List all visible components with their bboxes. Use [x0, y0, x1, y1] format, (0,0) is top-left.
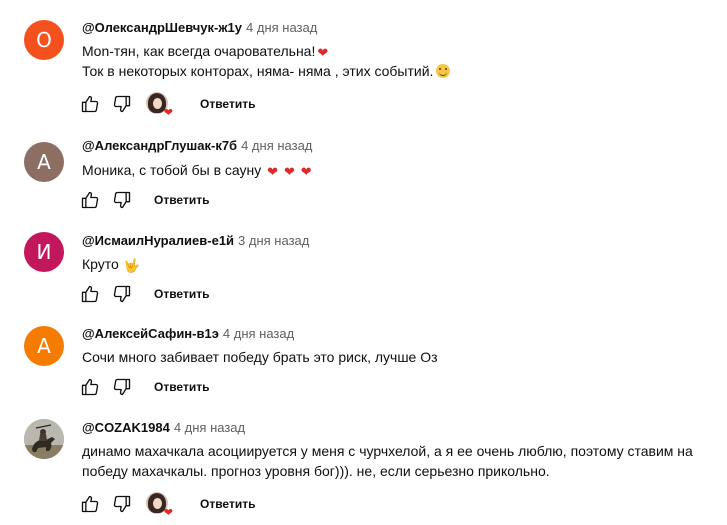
thumb-down-icon	[113, 285, 131, 303]
comment-line: динамо махачкала асоциируется у меня с ч…	[82, 443, 693, 479]
comment-line: Mon-тян, как всегда очаровательна!	[82, 43, 316, 59]
dislike-button[interactable]	[110, 282, 134, 306]
thumb-down-icon	[113, 191, 131, 209]
comment-header: @ИсмаилНуралиев-е1й 3 дня назад	[82, 232, 309, 250]
reply-button[interactable]: Ответить	[194, 91, 261, 117]
comment-header: @ОлександрШевчук-ж1у 4 дня назад	[82, 19, 317, 37]
comment-time[interactable]: 3 дня назад	[238, 233, 309, 248]
thumb-up-icon	[81, 495, 99, 513]
horseman-avatar-icon	[24, 419, 64, 459]
heart-icon: ❤	[163, 107, 173, 119]
author-name[interactable]: @COZAK1984	[82, 420, 170, 435]
like-button[interactable]	[78, 375, 102, 399]
like-button[interactable]	[78, 492, 102, 516]
creator-heart: ❤	[146, 92, 173, 119]
heart-emoji-icon: ❤	[267, 164, 279, 179]
thumb-down-icon	[113, 495, 131, 513]
comment-actions: Ответить	[78, 375, 215, 399]
comment-text: Mon-тян, как всегда очаровательна! ❤ Ток …	[82, 41, 702, 81]
smile-emoji-icon	[436, 64, 451, 78]
avatar-letter: И	[36, 240, 52, 264]
thumb-up-icon	[81, 95, 99, 113]
thumb-up-icon	[81, 285, 99, 303]
like-button[interactable]	[78, 282, 102, 306]
comment-actions: Ответить	[78, 188, 215, 212]
comment-time[interactable]: 4 дня назад	[241, 138, 312, 153]
reply-button[interactable]: Ответить	[148, 374, 215, 400]
comment-text: Моника, с тобой бы в сауну ❤ ❤ ❤	[82, 160, 702, 180]
avatar[interactable]: А	[24, 326, 64, 366]
thumb-up-icon	[81, 191, 99, 209]
comment-header: @АлексейСафин-в1э 4 дня назад	[82, 325, 294, 343]
avatar-letter: А	[37, 150, 51, 174]
dislike-button[interactable]	[110, 92, 134, 116]
comment-line: Моника, с тобой бы в сауну	[82, 162, 262, 178]
comment-actions: ❤ Ответить	[78, 491, 261, 519]
comment-time[interactable]: 4 дня назад	[223, 326, 294, 341]
avatar[interactable]	[24, 419, 64, 459]
comment-header: @АлександрГлушак-к7б 4 дня назад	[82, 137, 312, 155]
like-button[interactable]	[78, 92, 102, 116]
comment-text: Круто 🤟	[82, 254, 702, 274]
thumb-down-icon	[113, 378, 131, 396]
reply-button[interactable]: Ответить	[148, 281, 215, 307]
comment-text: динамо махачкала асоциируется у меня с ч…	[82, 441, 704, 481]
thumb-up-icon	[81, 378, 99, 396]
avatar[interactable]: О	[24, 20, 64, 60]
heart-emoji-icon: ❤	[283, 164, 295, 179]
avatar-letter: О	[36, 28, 52, 52]
reply-button[interactable]: Ответить	[194, 491, 261, 517]
comment-line: Ток в некоторых конторах, няма- няма , э…	[82, 63, 434, 79]
comment-actions: ❤ Ответить	[78, 91, 261, 119]
reply-button[interactable]: Ответить	[148, 187, 215, 213]
heart-icon: ❤	[163, 507, 173, 519]
comment-header: @COZAK1984 4 дня назад	[82, 419, 245, 437]
dislike-button[interactable]	[110, 492, 134, 516]
rock-hand-emoji-icon: 🤟	[123, 258, 141, 273]
like-button[interactable]	[78, 188, 102, 212]
comment-line: Сочи много забивает победу брать это рис…	[82, 349, 438, 365]
author-name[interactable]: @ИсмаилНуралиев-е1й	[82, 233, 234, 248]
dislike-button[interactable]	[110, 375, 134, 399]
author-name[interactable]: @ОлександрШевчук-ж1у	[82, 20, 242, 35]
comment-line: Круто	[82, 256, 119, 272]
author-name[interactable]: @АлександрГлушак-к7б	[82, 138, 237, 153]
thumb-down-icon	[113, 95, 131, 113]
heart-emoji-icon: ❤	[300, 164, 312, 179]
comment-actions: Ответить	[78, 282, 215, 306]
comment-time[interactable]: 4 дня назад	[174, 420, 245, 435]
comment-time[interactable]: 4 дня назад	[246, 20, 317, 35]
author-name[interactable]: @АлексейСафин-в1э	[82, 326, 219, 341]
avatar[interactable]: И	[24, 232, 64, 272]
dislike-button[interactable]	[110, 188, 134, 212]
avatar-letter: А	[37, 334, 51, 358]
comment-text: Сочи много забивает победу брать это рис…	[82, 347, 702, 367]
avatar[interactable]: А	[24, 142, 64, 182]
creator-heart: ❤	[146, 492, 173, 519]
heart-emoji-icon: ❤	[317, 45, 329, 60]
